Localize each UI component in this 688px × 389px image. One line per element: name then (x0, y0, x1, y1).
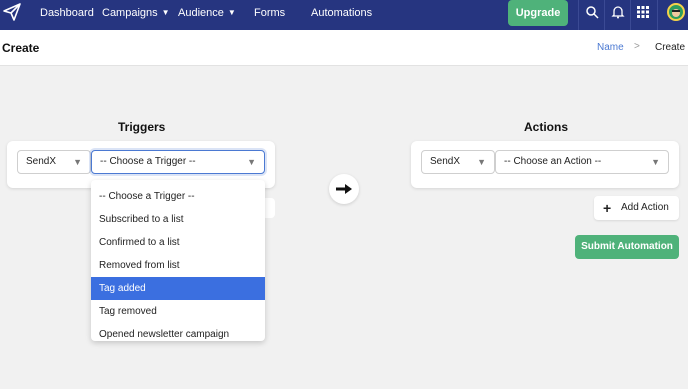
trigger-option-opened-campaign[interactable]: Opened newsletter campaign (91, 323, 265, 341)
chevron-down-icon: ▼ (477, 157, 486, 167)
nav-audience-label: Audience (178, 7, 224, 19)
breadcrumb-separator-icon: > (634, 41, 640, 52)
trigger-option-tag-added[interactable]: Tag added (91, 277, 265, 300)
action-card: SendX ▼ -- Choose an Action -- ▼ (411, 141, 679, 188)
nav-automations[interactable]: Automations (311, 0, 372, 26)
trigger-source-select[interactable]: SendX ▼ (17, 150, 91, 174)
nav-forms-label: Forms (254, 7, 286, 19)
chevron-down-icon: ▼ (73, 157, 82, 167)
nav-divider (604, 0, 605, 30)
nav-audience[interactable]: Audience ▼ (178, 0, 236, 26)
breadcrumb-current: Create (655, 42, 686, 53)
arrow-right-icon (336, 184, 352, 194)
add-action-label: Add Action (621, 202, 669, 213)
nav-dashboard[interactable]: Dashboard (40, 0, 94, 26)
bell-icon[interactable] (611, 5, 625, 19)
add-action-button[interactable]: + Add Action (594, 196, 679, 220)
chevron-down-icon: ▼ (227, 8, 236, 17)
avatar[interactable] (667, 3, 685, 21)
page-header: Create Name > Create (0, 30, 688, 66)
nav-divider (578, 0, 579, 30)
trigger-option-tag-removed[interactable]: Tag removed (91, 300, 265, 323)
action-select-value: -- Choose an Action -- (504, 156, 602, 167)
hidden-add-trigger-button (265, 198, 275, 218)
trigger-source-value: SendX (26, 156, 57, 167)
nav-divider (630, 0, 631, 30)
nav-automations-label: Automations (311, 7, 373, 19)
nav-divider (657, 0, 658, 30)
submit-automation-button[interactable]: Submit Automation (575, 235, 679, 259)
trigger-select[interactable]: -- Choose a Trigger -- ▼ (91, 150, 265, 174)
chevron-down-icon: ▼ (651, 157, 660, 167)
chevron-down-icon: ▼ (247, 157, 256, 167)
arrow-connector (329, 174, 359, 204)
trigger-select-value: -- Choose a Trigger -- (100, 156, 196, 167)
chevron-down-icon: ▼ (161, 8, 170, 17)
nav-campaigns-label: Campaigns (102, 7, 158, 19)
avatar-face-icon (672, 9, 680, 17)
nav-dashboard-label: Dashboard (40, 7, 94, 19)
triggers-title: Triggers (118, 120, 166, 134)
nav-forms[interactable]: Forms (254, 0, 285, 26)
action-source-value: SendX (430, 156, 461, 167)
breadcrumb-link-name[interactable]: Name (597, 42, 624, 53)
trigger-option-confirmed[interactable]: Confirmed to a list (91, 231, 265, 254)
search-icon[interactable] (585, 5, 599, 19)
plus-icon: + (603, 200, 612, 216)
upgrade-button[interactable]: Upgrade (508, 0, 568, 26)
paper-plane-logo-icon[interactable] (2, 2, 22, 22)
page-title: Create (2, 41, 40, 55)
trigger-dropdown-menu: -- Choose a Trigger -- Subscribed to a l… (91, 180, 265, 341)
action-select[interactable]: -- Choose an Action -- ▼ (495, 150, 669, 174)
trigger-option-choose[interactable]: -- Choose a Trigger -- (91, 185, 265, 208)
grid-icon[interactable] (636, 5, 650, 19)
actions-title: Actions (524, 120, 569, 134)
nav-campaigns[interactable]: Campaigns ▼ (102, 0, 170, 26)
top-navbar: Dashboard Campaigns ▼ Audience ▼ Forms Aut… (0, 0, 688, 30)
trigger-option-subscribed[interactable]: Subscribed to a list (91, 208, 265, 231)
trigger-option-removed[interactable]: Removed from list (91, 254, 265, 277)
action-source-select[interactable]: SendX ▼ (421, 150, 495, 174)
